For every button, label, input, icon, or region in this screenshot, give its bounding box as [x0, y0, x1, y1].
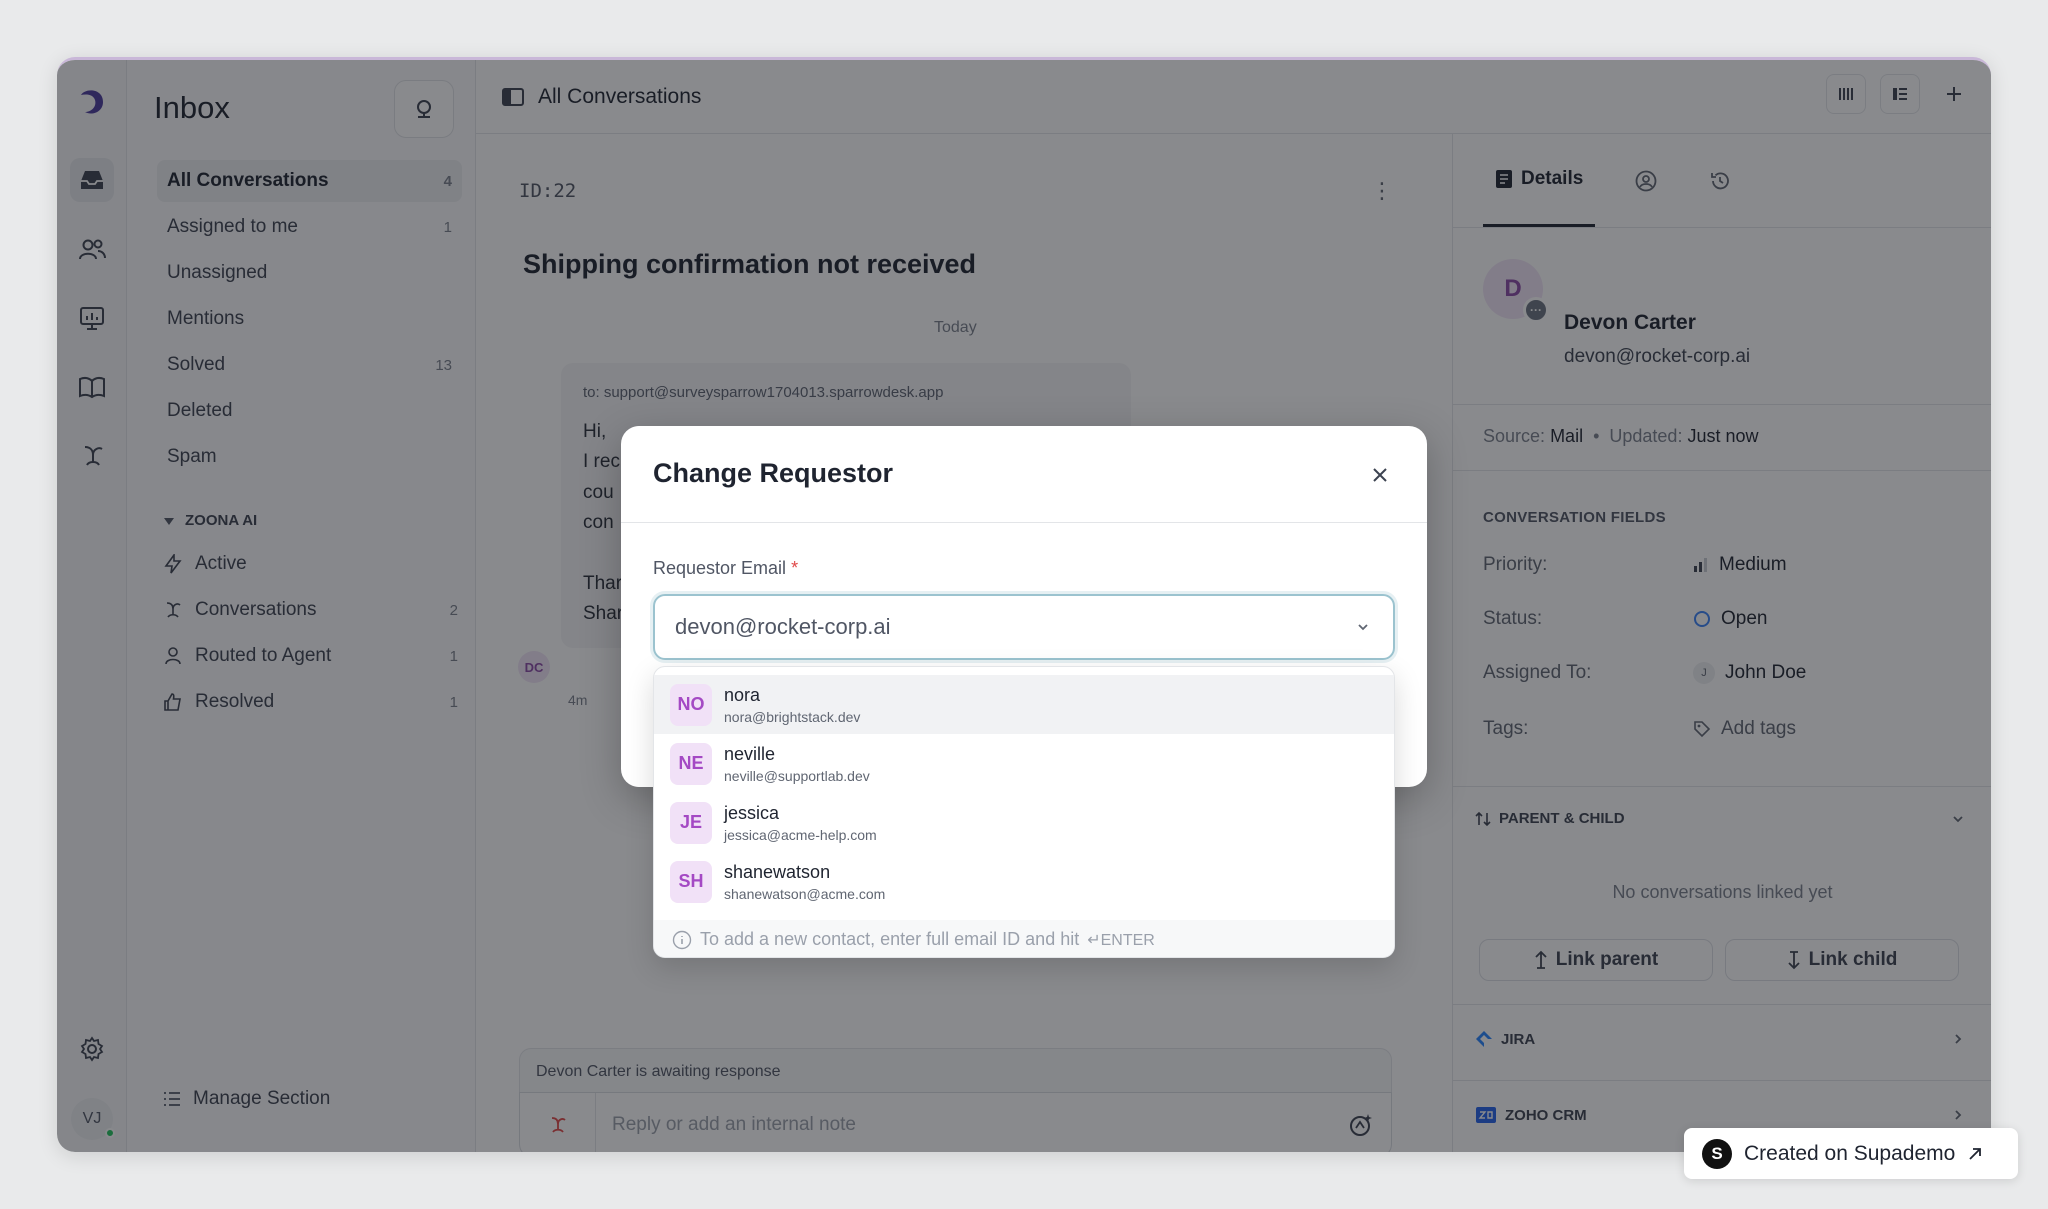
option-name: nora	[724, 684, 761, 705]
option-avatar: JE	[670, 801, 712, 844]
chevron-down-icon	[1358, 624, 1368, 631]
requestor-email-select[interactable]: devon@rocket-corp.ai	[653, 594, 1395, 660]
option-avatar: NE	[670, 742, 712, 785]
option-avatar: NO	[670, 683, 712, 726]
option-email: jessica@acme-help.com	[724, 826, 877, 843]
option-avatar: SH	[670, 860, 712, 903]
option-name: shanewatson	[724, 861, 831, 882]
add-contact-hint: To add a new contact, enter full email I…	[654, 920, 1394, 957]
option-email: nora@brightstack.dev	[724, 708, 861, 725]
info-icon	[672, 930, 692, 949]
modal-title: Change Requestor	[653, 458, 894, 488]
field-label-text: Requestor Email	[653, 558, 787, 578]
supademo-logo: S	[1702, 1138, 1732, 1169]
option-email: shanewatson@acme.com	[724, 885, 886, 902]
close-button[interactable]	[1363, 458, 1397, 492]
supademo-badge[interactable]: S Created on Supademo	[1684, 1128, 2018, 1179]
option-name: jessica	[724, 802, 780, 823]
enter-key-hint: ↵ENTER	[1087, 931, 1155, 949]
close-icon	[1373, 468, 1387, 482]
selected-email: devon@rocket-corp.ai	[675, 614, 891, 639]
requestor-option[interactable]: SH shanewatson shanewatson@acme.com	[654, 852, 1394, 911]
requestor-option[interactable]: JE jessica jessica@acme-help.com	[654, 793, 1394, 852]
supademo-label: Created on Supademo	[1744, 1141, 1956, 1165]
option-email: neville@supportlab.dev	[724, 767, 870, 784]
requestor-options-dropdown: NO nora nora@brightstack.dev NE neville ne…	[653, 666, 1395, 958]
requestor-option[interactable]: NE neville neville@supportlab.dev	[654, 734, 1394, 793]
hint-text: To add a new contact, enter full email I…	[700, 929, 1080, 949]
required-marker: *	[791, 558, 799, 578]
option-name: neville	[724, 743, 776, 764]
requestor-option[interactable]: NO nora nora@brightstack.dev	[654, 675, 1394, 734]
requestor-email-label: Requestor Email *	[653, 558, 798, 579]
divider	[621, 522, 1427, 523]
external-link-icon	[1969, 1147, 1982, 1160]
